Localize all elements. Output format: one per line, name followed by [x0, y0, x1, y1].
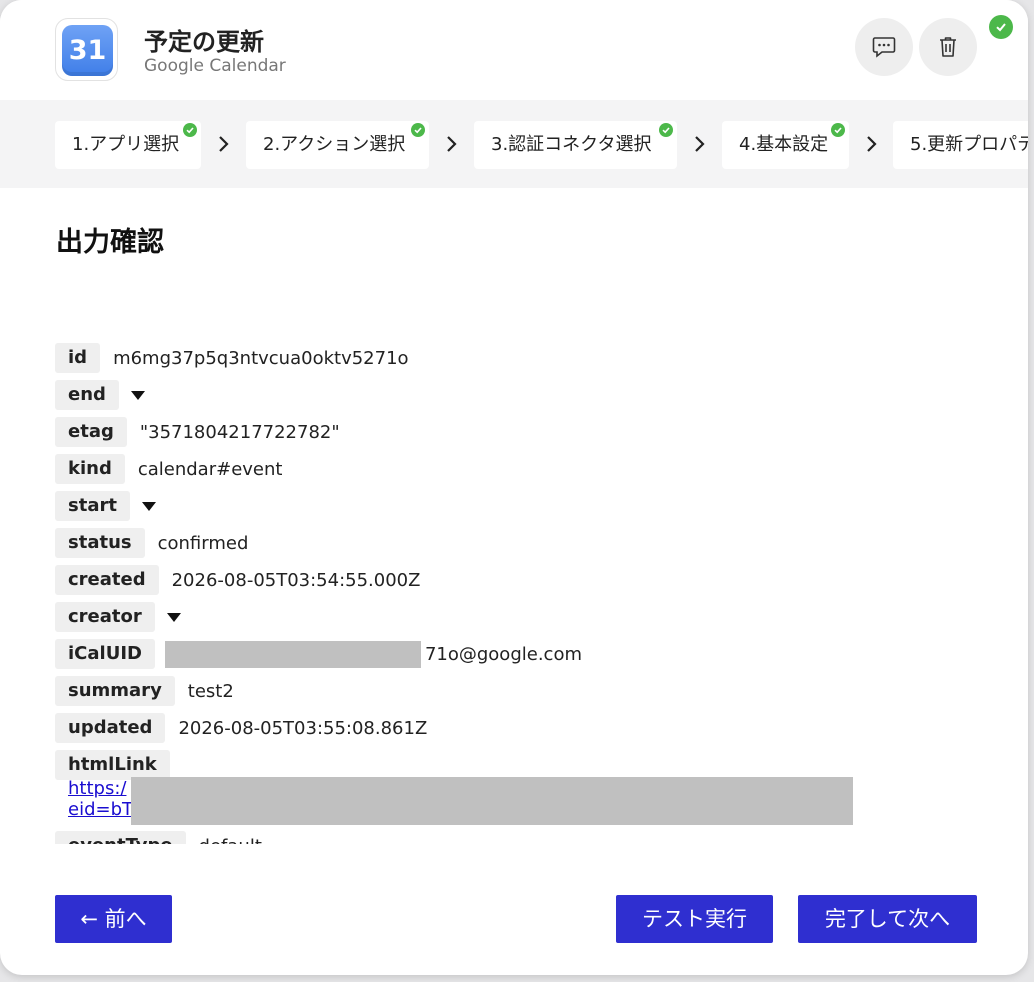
step-done-check-icon	[659, 123, 673, 137]
output-row-etag: etag "3571804217722782"	[55, 417, 340, 447]
section-title: 出力確認	[56, 227, 164, 258]
chevron-right-icon	[219, 136, 229, 152]
step-action-select[interactable]: 2.アクション選択	[246, 121, 429, 169]
output-row-end: end	[55, 380, 145, 410]
field-key: htmlLink	[55, 750, 170, 780]
field-value: confirmed	[157, 532, 249, 554]
modal-dialog: 31 予定の更新 Google Calendar 1.アプリ選択 2.アクション…	[0, 0, 1028, 975]
html-link-line1[interactable]: https:/	[68, 779, 126, 799]
output-row-eventtype: eventType default	[55, 831, 262, 844]
step-done-check-icon	[831, 123, 845, 137]
step-done-check-icon	[411, 123, 425, 137]
trash-icon	[940, 37, 956, 57]
test-run-button[interactable]: テスト実行	[616, 895, 773, 943]
output-row-updated: updated 2026-08-05T03:55:08.861Z	[55, 713, 427, 743]
field-key: creator	[55, 602, 155, 632]
redacted-block	[131, 777, 853, 825]
output-row-creator: creator	[55, 602, 181, 632]
chat-icon	[872, 37, 896, 58]
output-row-status: status confirmed	[55, 528, 248, 558]
step-update-properties[interactable]: 5.更新プロパテ	[893, 121, 1028, 169]
output-row-id: id m6mg37p5q3ntvcua0oktv5271o	[55, 343, 409, 373]
output-row-kind: kind calendar#event	[55, 454, 282, 484]
step-app-select[interactable]: 1.アプリ選択	[55, 121, 201, 169]
field-key: summary	[55, 676, 175, 706]
field-key: end	[55, 380, 119, 410]
redacted-block	[165, 641, 421, 668]
page-title: 予定の更新	[144, 28, 264, 56]
field-value: default	[199, 836, 262, 845]
chevron-right-icon	[447, 136, 457, 152]
comment-button[interactable]	[855, 18, 913, 76]
field-key: eventType	[55, 831, 186, 844]
step-basic-settings[interactable]: 4.基本設定	[722, 121, 849, 169]
field-key: id	[55, 343, 101, 373]
step-navigation: 1.アプリ選択 2.アクション選択 3.認証コネクタ選択 4.基本設定 5.更新…	[0, 100, 1028, 188]
field-key: status	[55, 528, 145, 558]
step-done-check-icon	[183, 123, 197, 137]
expand-triangle-icon[interactable]	[166, 612, 181, 622]
chevron-right-icon	[695, 136, 705, 152]
output-row-summary: summary test2	[55, 676, 234, 706]
field-key: start	[55, 491, 130, 521]
complete-next-button[interactable]: 完了して次へ	[798, 895, 977, 943]
header: 31 予定の更新 Google Calendar	[0, 0, 1028, 100]
calendar-date-text: 31	[62, 25, 113, 76]
output-row-start: start	[55, 491, 156, 521]
field-key: updated	[55, 713, 166, 743]
field-key: kind	[55, 454, 125, 484]
delete-button[interactable]	[919, 18, 977, 76]
field-value: "3571804217722782"	[139, 421, 340, 443]
field-value: test2	[187, 680, 234, 702]
output-row-created: created 2026-08-05T03:54:55.000Z	[55, 565, 420, 595]
output-list: id m6mg37p5q3ntvcua0oktv5271o end etag "…	[55, 342, 995, 844]
field-value: 2026-08-05T03:55:08.861Z	[178, 717, 428, 739]
step-connector-select[interactable]: 3.認証コネクタ選択	[474, 121, 677, 169]
html-link-line2[interactable]: eid=bT	[68, 800, 133, 820]
field-key: iCalUID	[55, 639, 155, 669]
previous-button[interactable]: ← 前へ	[55, 895, 172, 943]
field-value: 2026-08-05T03:54:55.000Z	[171, 569, 421, 591]
google-calendar-icon: 31	[55, 18, 118, 81]
output-row-htmllink: htmlLink	[55, 750, 170, 780]
field-value: calendar#event	[137, 458, 283, 480]
field-value: 71o@google.com	[424, 643, 582, 665]
field-key: created	[55, 565, 159, 595]
expand-triangle-icon[interactable]	[141, 501, 156, 511]
status-check-icon	[989, 15, 1013, 39]
field-value: m6mg37p5q3ntvcua0oktv5271o	[113, 347, 409, 369]
field-key: etag	[55, 417, 127, 447]
app-name: Google Calendar	[144, 56, 286, 76]
expand-triangle-icon[interactable]	[130, 390, 145, 400]
chevron-right-icon	[867, 136, 877, 152]
